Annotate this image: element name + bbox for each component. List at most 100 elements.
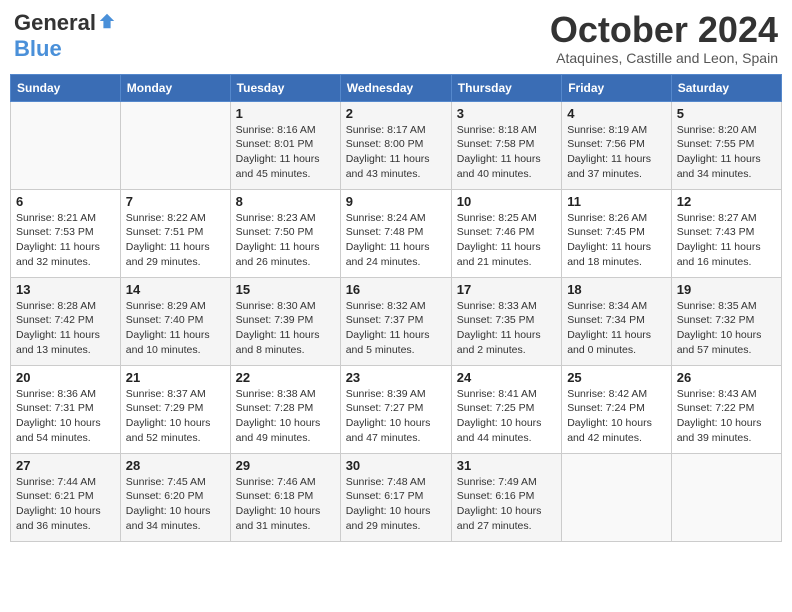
day-cell: 11 Sunrise: 8:26 AM Sunset: 7:45 PM Dayli… [562,189,672,277]
header-row: Sunday Monday Tuesday Wednesday Thursday… [11,74,782,101]
day-cell [671,453,781,541]
day-number: 12 [677,194,776,209]
day-cell: 19 Sunrise: 8:35 AM Sunset: 7:32 PM Dayli… [671,277,781,365]
day-number: 26 [677,370,776,385]
week-row-4: 20 Sunrise: 8:36 AM Sunset: 7:31 PM Dayli… [11,365,782,453]
day-info: Sunrise: 8:32 AM Sunset: 7:37 PM Dayligh… [346,299,446,358]
day-cell: 21 Sunrise: 8:37 AM Sunset: 7:29 PM Dayli… [120,365,230,453]
day-info: Sunrise: 8:18 AM Sunset: 7:58 PM Dayligh… [457,123,556,182]
day-cell: 17Sunrise: 8:33 AM Sunset: 7:35 PM Dayli… [451,277,561,365]
day-number: 19 [677,282,776,297]
day-number: 31 [457,458,556,473]
day-info: Sunrise: 8:43 AM Sunset: 7:22 PM Dayligh… [677,387,776,446]
day-info: Sunrise: 8:25 AM Sunset: 7:46 PM Dayligh… [457,211,556,270]
day-info: Sunrise: 8:34 AM Sunset: 7:34 PM Dayligh… [567,299,666,358]
day-cell: 10 Sunrise: 8:25 AM Sunset: 7:46 PM Dayli… [451,189,561,277]
day-info: Sunrise: 8:22 AM Sunset: 7:51 PM Dayligh… [126,211,225,270]
col-friday: Friday [562,74,672,101]
day-number: 17 [457,282,556,297]
day-info: Sunrise: 8:29 AM Sunset: 7:40 PM Dayligh… [126,299,225,358]
day-cell: 29Sunrise: 7:46 AM Sunset: 6:18 PM Dayli… [230,453,340,541]
day-cell [11,101,121,189]
day-info: Sunrise: 8:27 AM Sunset: 7:43 PM Dayligh… [677,211,776,270]
logo-blue-text: Blue [14,36,62,62]
logo-general-text: General [14,10,96,36]
title-area: October 2024 Ataquines, Castille and Leo… [550,10,778,66]
day-info: Sunrise: 8:28 AM Sunset: 7:42 PM Dayligh… [16,299,115,358]
day-number: 30 [346,458,446,473]
day-info: Sunrise: 7:44 AM Sunset: 6:21 PM Dayligh… [16,475,115,534]
day-cell: 22 Sunrise: 8:38 AM Sunset: 7:28 PM Dayli… [230,365,340,453]
day-cell: 15 Sunrise: 8:30 AM Sunset: 7:39 PM Dayli… [230,277,340,365]
day-cell: 12 Sunrise: 8:27 AM Sunset: 7:43 PM Dayli… [671,189,781,277]
day-number: 7 [126,194,225,209]
day-number: 8 [236,194,335,209]
day-cell: 4Sunrise: 8:19 AM Sunset: 7:56 PM Daylig… [562,101,672,189]
week-row-2: 6 Sunrise: 8:21 AM Sunset: 7:53 PM Daylig… [11,189,782,277]
col-wednesday: Wednesday [340,74,451,101]
day-info: Sunrise: 8:41 AM Sunset: 7:25 PM Dayligh… [457,387,556,446]
day-info: Sunrise: 8:38 AM Sunset: 7:28 PM Dayligh… [236,387,335,446]
day-cell [120,101,230,189]
day-cell: 31Sunrise: 7:49 AM Sunset: 6:16 PM Dayli… [451,453,561,541]
day-number: 13 [16,282,115,297]
logo-icon [98,12,116,30]
day-cell: 6 Sunrise: 8:21 AM Sunset: 7:53 PM Daylig… [11,189,121,277]
day-cell: 3 Sunrise: 8:18 AM Sunset: 7:58 PM Daylig… [451,101,561,189]
day-number: 1 [236,106,335,121]
day-number: 6 [16,194,115,209]
day-info: Sunrise: 8:19 AM Sunset: 7:56 PM Dayligh… [567,123,666,182]
day-cell: 26 Sunrise: 8:43 AM Sunset: 7:22 PM Dayli… [671,365,781,453]
month-title: October 2024 [550,10,778,50]
day-info: Sunrise: 8:23 AM Sunset: 7:50 PM Dayligh… [236,211,335,270]
day-number: 21 [126,370,225,385]
day-cell: 8 Sunrise: 8:23 AM Sunset: 7:50 PM Daylig… [230,189,340,277]
day-number: 16 [346,282,446,297]
day-info: Sunrise: 7:48 AM Sunset: 6:17 PM Dayligh… [346,475,446,534]
day-number: 20 [16,370,115,385]
day-cell: 28Sunrise: 7:45 AM Sunset: 6:20 PM Dayli… [120,453,230,541]
logo: General Blue [14,10,116,62]
day-number: 27 [16,458,115,473]
day-number: 23 [346,370,446,385]
day-info: Sunrise: 8:21 AM Sunset: 7:53 PM Dayligh… [16,211,115,270]
day-cell: 16 Sunrise: 8:32 AM Sunset: 7:37 PM Dayli… [340,277,451,365]
day-cell: 24Sunrise: 8:41 AM Sunset: 7:25 PM Dayli… [451,365,561,453]
day-cell: 2Sunrise: 8:17 AM Sunset: 8:00 PM Daylig… [340,101,451,189]
day-info: Sunrise: 8:17 AM Sunset: 8:00 PM Dayligh… [346,123,446,182]
day-number: 11 [567,194,666,209]
day-cell: 9Sunrise: 8:24 AM Sunset: 7:48 PM Daylig… [340,189,451,277]
day-info: Sunrise: 8:36 AM Sunset: 7:31 PM Dayligh… [16,387,115,446]
day-number: 22 [236,370,335,385]
week-row-3: 13 Sunrise: 8:28 AM Sunset: 7:42 PM Dayli… [11,277,782,365]
day-info: Sunrise: 7:46 AM Sunset: 6:18 PM Dayligh… [236,475,335,534]
day-cell: 27 Sunrise: 7:44 AM Sunset: 6:21 PM Dayli… [11,453,121,541]
location-title: Ataquines, Castille and Leon, Spain [550,50,778,66]
day-number: 28 [126,458,225,473]
day-number: 3 [457,106,556,121]
day-info: Sunrise: 8:35 AM Sunset: 7:32 PM Dayligh… [677,299,776,358]
day-number: 10 [457,194,556,209]
day-cell [562,453,672,541]
col-saturday: Saturday [671,74,781,101]
day-number: 25 [567,370,666,385]
week-row-5: 27 Sunrise: 7:44 AM Sunset: 6:21 PM Dayli… [11,453,782,541]
day-cell: 23Sunrise: 8:39 AM Sunset: 7:27 PM Dayli… [340,365,451,453]
day-info: Sunrise: 8:42 AM Sunset: 7:24 PM Dayligh… [567,387,666,446]
day-info: Sunrise: 8:20 AM Sunset: 7:55 PM Dayligh… [677,123,776,182]
week-row-1: 1 Sunrise: 8:16 AM Sunset: 8:01 PM Daylig… [11,101,782,189]
day-number: 15 [236,282,335,297]
day-cell: 7 Sunrise: 8:22 AM Sunset: 7:51 PM Daylig… [120,189,230,277]
day-info: Sunrise: 8:30 AM Sunset: 7:39 PM Dayligh… [236,299,335,358]
day-info: Sunrise: 8:37 AM Sunset: 7:29 PM Dayligh… [126,387,225,446]
day-number: 5 [677,106,776,121]
day-cell: 25 Sunrise: 8:42 AM Sunset: 7:24 PM Dayli… [562,365,672,453]
day-cell: 1 Sunrise: 8:16 AM Sunset: 8:01 PM Daylig… [230,101,340,189]
header: General Blue October 2024 Ataquines, Cas… [10,10,782,66]
day-info: Sunrise: 8:16 AM Sunset: 8:01 PM Dayligh… [236,123,335,182]
day-info: Sunrise: 8:26 AM Sunset: 7:45 PM Dayligh… [567,211,666,270]
day-cell: 5 Sunrise: 8:20 AM Sunset: 7:55 PM Daylig… [671,101,781,189]
day-number: 9 [346,194,446,209]
day-cell: 30 Sunrise: 7:48 AM Sunset: 6:17 PM Dayli… [340,453,451,541]
day-cell: 13 Sunrise: 8:28 AM Sunset: 7:42 PM Dayli… [11,277,121,365]
